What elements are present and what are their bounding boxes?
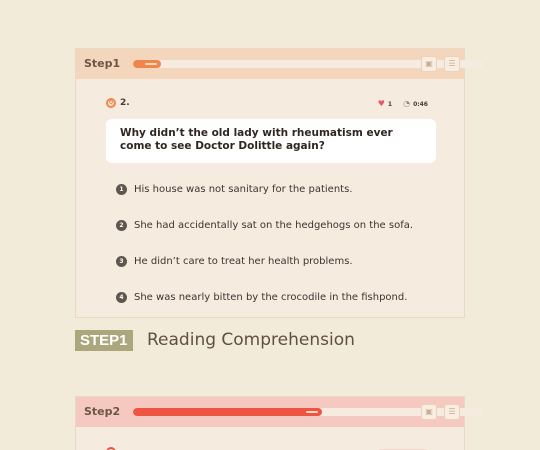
step1-panel: Step1 ▣ ☰ Q 2. ♥ 1 ◔ 0:46 Why didn’t the… [75,48,483,318]
option-text: She had accidentally sat on the hedgehog… [134,219,414,231]
answer-options: 1 His house was not sanitary for the pat… [116,181,413,325]
step2-header: Step2 ▣ ☰ [76,397,483,427]
step2-panel: Step2 ▣ ☰ [75,396,483,450]
question-stats: ♥ 1 ◔ 0:46 [378,100,428,108]
section-badge: STEP1 [75,330,133,351]
option-3[interactable]: 3 He didn’t care to treat her health pro… [116,253,413,269]
menu-icon[interactable]: ☰ [444,404,460,420]
step1-label: Step1 [84,57,121,70]
option-text: He didn’t care to treat her health probl… [134,255,353,267]
option-2[interactable]: 2 She had accidentally sat on the hedgeh… [116,217,413,233]
option-number-icon: 4 [116,291,127,303]
lives-count: 1 [387,100,393,108]
question-number: 2. [120,98,130,108]
step2-label: Step2 [84,405,121,418]
question-text: Why didn’t the old lady with rheumatism … [106,119,436,163]
option-number-icon: 1 [116,183,127,195]
option-number-icon: 2 [116,219,127,231]
option-4[interactable]: 4 She was nearly bitten by the crocodile… [116,289,413,305]
option-text: His house was not sanitary for the patie… [134,183,353,195]
option-number-icon: 3 [116,255,127,267]
option-text: She was nearly bitten by the crocodile i… [134,291,408,303]
question-badge-icon: Q [106,98,116,108]
step2-progress-fill [133,408,322,416]
expand-icon[interactable]: ▣ [421,404,437,420]
timer: 0:46 [413,100,428,108]
section-title: Reading Comprehension [147,330,355,350]
menu-icon[interactable]: ☰ [444,56,460,72]
question-header: Q 2. [106,98,130,108]
option-1[interactable]: 1 His house was not sanitary for the pat… [116,181,413,197]
step1-header: Step1 ▣ ☰ [76,49,483,79]
step1-progress-fill [133,60,161,68]
heart-icon: ♥ [377,99,385,108]
clock-icon: ◔ [403,99,411,108]
expand-icon[interactable]: ▣ [421,56,437,72]
